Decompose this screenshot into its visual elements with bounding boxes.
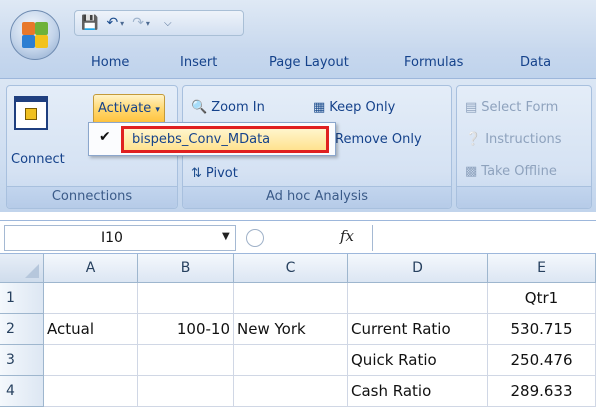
take-offline-label: Take Offline [481,164,557,179]
column-header-b[interactable]: B [138,254,234,283]
remove-only-label: Remove Only [335,132,422,147]
dropdown-item-connection[interactable]: bispebs_Conv_MData [121,126,329,153]
cell-d4[interactable]: Cash Ratio [348,376,488,407]
activate-dropdown-menu: ✔ bispebs_Conv_MData [88,122,336,156]
row-header[interactable]: 2 [0,314,44,345]
tab-page-layout[interactable]: Page Layout [269,55,349,70]
connect-button[interactable]: Connect [11,152,65,167]
cell-c2[interactable]: New York [234,314,348,345]
remove-only-button[interactable]: Remove Only [335,132,422,147]
offline-group-label [457,186,591,208]
formula-bar: I10 ▼ fx [0,220,596,254]
ribbon-tabs: Home Insert Page Layout Formulas Data [0,48,596,78]
select-all-button[interactable] [0,254,44,283]
tab-home[interactable]: Home [91,55,129,70]
pivot-button[interactable]: ⇅ Pivot [191,166,238,181]
keep-only-label: Keep Only [329,100,396,115]
cell-d1[interactable] [348,283,488,314]
take-offline-icon: ▩ [465,164,478,179]
name-box[interactable]: I10 [4,225,236,251]
zoom-in-icon: 🔍 [191,100,208,115]
zoom-in-button[interactable]: 🔍 Zoom In [191,100,265,115]
pivot-icon: ⇅ [191,166,202,181]
connections-group-label: Connections [7,186,177,208]
spreadsheet-grid: A B C D E 1 Qtr1 2 Actual 100-10 New Yor… [0,254,596,413]
adhoc-analysis-group-label: Ad hoc Analysis [183,186,451,208]
column-header-a[interactable]: A [44,254,138,283]
keep-only-icon: ▦ [313,100,326,115]
row-header[interactable]: 4 [0,376,44,407]
cell-a4[interactable] [44,376,138,407]
cell-c4[interactable] [234,376,348,407]
keep-only-button[interactable]: ▦ Keep Only [313,100,395,115]
redo-dropdown-icon[interactable]: ▾ [146,19,150,28]
cell-d3[interactable]: Quick Ratio [348,345,488,376]
cell-c1[interactable] [234,283,348,314]
cell-b1[interactable] [138,283,234,314]
help-icon: ❔ [465,132,482,147]
select-form-icon: ▤ [465,100,478,115]
cell-e4[interactable]: 289.633 [488,376,596,407]
undo-dropdown-icon[interactable]: ▾ [120,19,124,28]
select-form-label: Select Form [481,100,559,115]
undo-icon[interactable]: ↶ [106,16,118,30]
save-icon[interactable]: 💾 [81,16,98,30]
cell-c3[interactable] [234,345,348,376]
column-header-e[interactable]: E [488,254,596,283]
cell-b2[interactable]: 100-10 [138,314,234,345]
row-header[interactable]: 1 [0,283,44,314]
cell-a3[interactable] [44,345,138,376]
select-form-button[interactable]: ▤ Select Form [465,100,558,115]
cell-a2[interactable]: Actual [44,314,138,345]
tab-data[interactable]: Data [520,55,551,70]
cell-a1[interactable] [44,283,138,314]
redo-icon[interactable]: ↷ [132,16,144,30]
customize-toolbar-icon[interactable]: ⌵ [164,18,172,29]
office-button[interactable] [10,10,60,60]
formula-input[interactable] [372,225,594,251]
cell-e1[interactable]: Qtr1 [488,283,596,314]
zoom-in-label: Zoom In [211,100,265,115]
connect-icon[interactable] [14,96,48,130]
activate-label: Activate [98,101,152,116]
pivot-label: Pivot [205,166,238,181]
instructions-button[interactable]: ❔ Instructions [465,132,562,147]
tab-insert[interactable]: Insert [180,55,217,70]
cell-b4[interactable] [138,376,234,407]
cell-b3[interactable] [138,345,234,376]
cell-d2[interactable]: Current Ratio [348,314,488,345]
column-header-c[interactable]: C [234,254,348,283]
cell-e2[interactable]: 530.715 [488,314,596,345]
title-bar: 💾 ↶ ▾ ↷ ▾ ⌵ [0,0,596,48]
checkmark-icon: ✔ [99,129,111,145]
take-offline-button[interactable]: ▩ Take Offline [465,164,557,179]
instructions-label: Instructions [485,132,562,147]
column-header-d[interactable]: D [348,254,488,283]
insert-function-button[interactable]: fx [340,227,354,245]
row-header[interactable]: 3 [0,345,44,376]
chevron-down-icon: ▾ [155,105,160,115]
tab-formulas[interactable]: Formulas [404,55,463,70]
offline-group: ▤ Select Form ❔ Instructions ▩ Take Offl… [456,85,592,209]
cell-e3[interactable]: 250.476 [488,345,596,376]
activate-button[interactable]: Activate ▾ [93,94,165,124]
formula-cancel-icon [246,229,264,247]
quick-access-toolbar: 💾 ↶ ▾ ↷ ▾ ⌵ [74,10,244,36]
name-box-dropdown-icon[interactable]: ▼ [222,231,230,242]
office-logo-icon [20,20,50,50]
